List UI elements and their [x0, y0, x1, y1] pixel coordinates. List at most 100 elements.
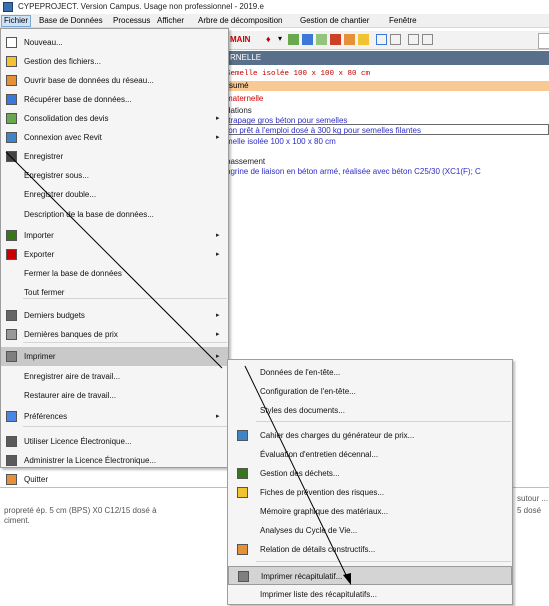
menu-item-label: Description de la base de données...: [24, 210, 154, 219]
submenu-item[interactable]: Fiches de prévention des risques...: [228, 483, 512, 502]
submenu-arrow-icon: ▸: [216, 134, 220, 141]
new-file-icon: [6, 37, 17, 48]
menu-fenetre[interactable]: Fenêtre: [387, 15, 419, 27]
description-text: 5 dosé: [517, 506, 542, 515]
menu-item[interactable]: Nouveau...: [1, 33, 228, 52]
bg-line[interactable]: ngrine de liaison en béton armé, réalisé…: [226, 167, 481, 176]
tree-icon[interactable]: [288, 34, 299, 45]
menu-item[interactable]: Enregistrer aire de travail...: [1, 367, 228, 386]
submenu-arrow-icon: ▸: [216, 232, 220, 239]
submenu-item[interactable]: Cahier des charges du générateur de prix…: [228, 426, 512, 445]
menu-item-label: Utiliser Licence Électronique...: [24, 437, 132, 446]
folder-icon[interactable]: [358, 34, 369, 45]
submenu-item[interactable]: Imprimer récapitulatif...: [228, 566, 512, 585]
menu-item-label: Enregistrer: [24, 152, 64, 161]
menu-fichier[interactable]: Fichier: [1, 15, 32, 27]
user-icon[interactable]: [344, 34, 355, 45]
selected-row[interactable]: [226, 124, 549, 135]
submenu-item[interactable]: Mémoire graphique des matériaux...: [228, 502, 512, 521]
menu-item[interactable]: Fermer la base de données: [1, 264, 228, 283]
bg-line[interactable]: melle isolée 100 x 100 x 80 cm: [226, 137, 336, 146]
submenu-arrow-icon: ▸: [216, 115, 220, 122]
menu-afficher[interactable]: Afficher: [155, 15, 186, 27]
menu-item[interactable]: Exporter ▸: [1, 245, 228, 264]
menu-gestion-chantier[interactable]: Gestion de chantier: [298, 15, 371, 27]
submenu-item[interactable]: Relation de détails constructifs...: [228, 540, 512, 559]
menu-item-label: Imprimer: [24, 352, 56, 361]
exit-icon: [6, 474, 17, 485]
menu-item[interactable]: Ouvrir base de données du réseau...: [1, 71, 228, 90]
menu-item-label: Dernières banques de prix: [24, 330, 118, 339]
submenu-arrow-icon: ▸: [216, 312, 220, 319]
menu-item[interactable]: Tout fermer: [1, 283, 228, 302]
table2-icon[interactable]: [390, 34, 401, 45]
menu-item[interactable]: Consolidation des devis ▸: [1, 109, 228, 128]
file-menu: Nouveau... Gestion des fichiers... Ouvrir …: [0, 28, 229, 485]
table-icon[interactable]: [376, 34, 387, 45]
submenu-item-label: Fiches de prévention des risques...: [260, 488, 385, 497]
copy-icon[interactable]: [408, 34, 419, 45]
menu-item[interactable]: Préférences ▸: [1, 407, 228, 426]
toolbar-box[interactable]: [538, 33, 549, 49]
menu-item[interactable]: Restaurer aire de travail...: [1, 386, 228, 405]
license-admin-icon: [6, 455, 17, 466]
submenu-item-label: Analyses du Cycle de Vie...: [260, 526, 358, 535]
menu-base-de-donnees[interactable]: Base de Données: [37, 15, 105, 27]
menu-separator: [23, 342, 227, 343]
toolbar-field[interactable]: MAIN: [230, 35, 250, 44]
grid-icon[interactable]: [316, 34, 327, 45]
export-icon: [6, 249, 17, 260]
submenu-separator: [256, 561, 511, 562]
revit-icon: [6, 132, 17, 143]
menu-item[interactable]: Utiliser Licence Électronique...: [1, 432, 228, 451]
menu-item[interactable]: Gestion des fichiers...: [1, 52, 228, 71]
paste-icon[interactable]: [422, 34, 433, 45]
menu-item[interactable]: Enregistrer sous...: [1, 166, 228, 185]
submenu-item[interactable]: Données de l'en-tête...: [228, 363, 512, 382]
submenu-item[interactable]: Imprimer liste des récapitulatifs...: [228, 585, 512, 604]
submenu-separator: [256, 421, 511, 422]
bg-line: maternelle: [226, 94, 264, 103]
menu-item-label: Quitter: [24, 475, 49, 484]
menu-separator: [23, 426, 227, 427]
menu-item[interactable]: Description de la base de données...: [1, 205, 228, 224]
bg-line: dations: [226, 106, 252, 115]
menu-item[interactable]: Enregistrer double...: [1, 185, 228, 204]
submenu-item[interactable]: Styles des documents...: [228, 401, 512, 420]
submenu-item[interactable]: Gestion des déchets...: [228, 464, 512, 483]
menu-item[interactable]: Derniers budgets ▸: [1, 306, 228, 325]
diamond-icon[interactable]: ♦: [266, 34, 271, 44]
menu-item[interactable]: Quitter: [1, 470, 228, 489]
menu-item-label: Enregistrer sous...: [24, 171, 89, 180]
menu-item[interactable]: Imprimer ▸: [1, 347, 228, 366]
import-icon: [6, 230, 17, 241]
submenu-item[interactable]: Configuration de l'en-tête...: [228, 382, 512, 401]
menu-item-label: Gestion des fichiers...: [24, 57, 101, 66]
folder-manage-icon: [6, 56, 17, 67]
submenu-item[interactable]: Analyses du Cycle de Vie...: [228, 521, 512, 540]
menu-item[interactable]: Administrer la Licence Électronique...: [1, 451, 228, 470]
chart-icon[interactable]: [330, 34, 341, 45]
submenu-arrow-icon: ▸: [216, 413, 220, 420]
menu-item[interactable]: Récupérer base de données...: [1, 90, 228, 109]
submenu-item-label: Relation de détails constructifs...: [260, 545, 376, 554]
submenu-item-label: Données de l'en-tête...: [260, 368, 341, 377]
submenu-item-label: Configuration de l'en-tête...: [260, 387, 356, 396]
title-bar: CYPEPROJECT. Version Campus. Usage non p…: [0, 0, 549, 14]
menu-item[interactable]: Connexion avec Revit ▸: [1, 128, 228, 147]
list-icon[interactable]: [302, 34, 313, 45]
menu-arbre[interactable]: Arbre de décomposition: [196, 15, 285, 27]
network-open-icon: [6, 75, 17, 86]
menu-item[interactable]: Importer ▸: [1, 226, 228, 245]
description-text: sutour ...: [517, 494, 549, 503]
menu-item[interactable]: Enregistrer: [1, 147, 228, 166]
recover-icon: [6, 94, 17, 105]
description-text: ciment.: [4, 516, 30, 525]
submenu-item[interactable]: Évaluation d'entretien décennal...: [228, 445, 512, 464]
recent-prices-icon: [6, 329, 17, 340]
risk-icon: [237, 487, 248, 498]
submenu-item-label: Mémoire graphique des matériaux...: [260, 507, 389, 516]
submenu-item-label: Imprimer liste des récapitulatifs...: [260, 590, 377, 599]
dropdown-arrow-icon[interactable]: ▾: [278, 34, 282, 43]
menu-processus[interactable]: Processus: [111, 15, 152, 27]
